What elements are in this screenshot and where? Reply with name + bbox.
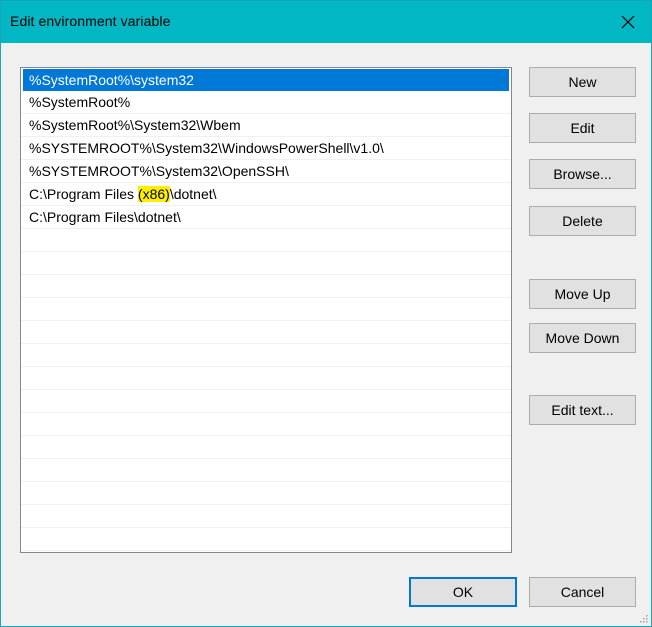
empty-row[interactable] [21,298,511,321]
ok-button[interactable]: OK [409,577,517,607]
edit-text-button[interactable]: Edit text... [529,395,636,425]
empty-row[interactable] [21,367,511,390]
dialog-title: Edit environment variable [10,13,171,29]
resize-grip-icon[interactable] [638,613,648,623]
path-item[interactable]: %SYSTEMROOT%\System32\WindowsPowerShell\… [21,137,511,160]
empty-row[interactable] [21,321,511,344]
empty-row[interactable] [21,413,511,436]
empty-row[interactable] [21,482,511,505]
empty-row[interactable] [21,344,511,367]
move-up-button[interactable]: Move Up [529,279,636,309]
delete-button[interactable]: Delete [529,206,636,236]
path-item[interactable]: C:\Program Files (x86)\dotnet\ [21,183,511,206]
empty-row[interactable] [21,459,511,482]
empty-row[interactable] [21,528,511,551]
path-item[interactable]: C:\Program Files\dotnet\ [21,206,511,229]
edit-env-variable-dialog: Edit environment variable %SystemRoot%\s… [0,0,652,627]
path-list[interactable]: %SystemRoot%\system32 %SystemRoot% %Syst… [20,67,512,553]
close-button[interactable] [605,1,651,43]
empty-row[interactable] [21,505,511,528]
browse-button[interactable]: Browse... [529,159,636,189]
empty-row[interactable] [21,390,511,413]
path-item[interactable]: %SystemRoot%\System32\Wbem [21,114,511,137]
empty-row[interactable] [21,436,511,459]
path-item[interactable]: %SystemRoot%\system32 [23,69,509,91]
empty-row[interactable] [21,252,511,275]
empty-row[interactable] [21,275,511,298]
path-item[interactable]: %SYSTEMROOT%\System32\OpenSSH\ [21,160,511,183]
highlighted-text: (x86) [137,186,170,202]
title-bar[interactable]: Edit environment variable [1,1,651,43]
move-down-button[interactable]: Move Down [529,323,636,353]
path-item[interactable]: %SystemRoot% [21,91,511,114]
new-button[interactable]: New [529,67,636,97]
cancel-button[interactable]: Cancel [529,577,636,607]
empty-row[interactable] [21,229,511,252]
edit-button[interactable]: Edit [529,113,636,143]
close-icon [621,15,635,29]
